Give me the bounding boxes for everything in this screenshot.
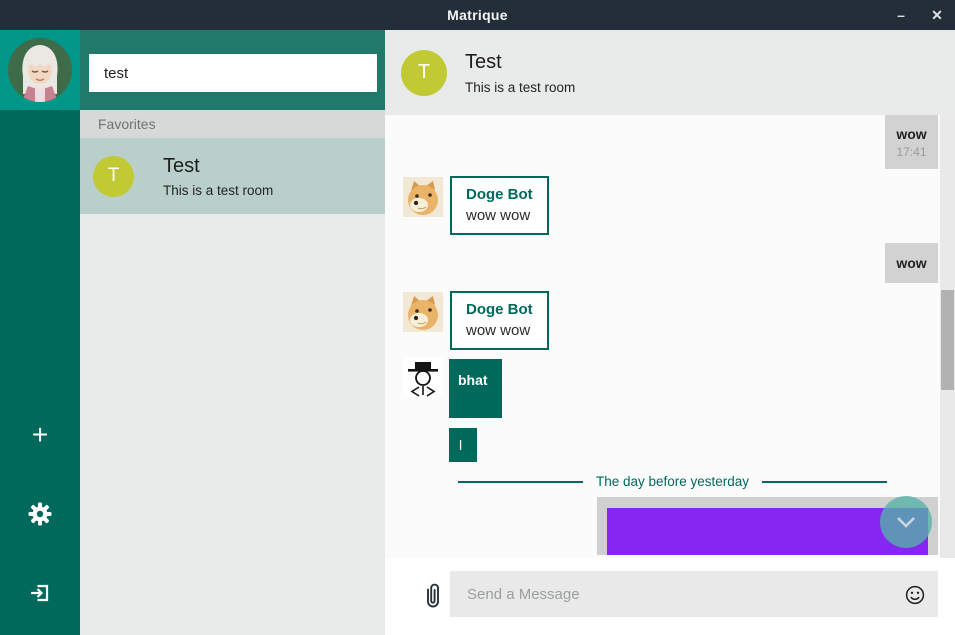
app-window: Matrique – ✕ + [0, 0, 955, 635]
chat-room-title: Test [465, 51, 575, 74]
composer [385, 558, 955, 635]
chat-header-text: Test This is a test room [465, 51, 575, 95]
received-message-row[interactable]: Doge Bot wow wow [403, 292, 549, 350]
message-text: wow [896, 255, 926, 271]
minimize-icon[interactable]: – [893, 0, 909, 30]
plus-icon: + [32, 420, 48, 450]
room-avatar-initial: T [108, 165, 120, 187]
room-text: Test This is a test room [163, 155, 273, 198]
gear-icon [27, 501, 53, 527]
message-bubble: bhat [449, 359, 502, 418]
search-block [80, 30, 385, 110]
message-sender: Doge Bot [466, 301, 533, 318]
exit-icon [28, 581, 52, 605]
chat-room-avatar-initial: T [418, 61, 430, 84]
message-text: wow [896, 126, 926, 142]
paperclip-icon [421, 582, 445, 612]
user-avatar[interactable] [8, 38, 72, 102]
chat-room-topic: This is a test room [465, 80, 575, 95]
add-room-button[interactable]: + [0, 418, 80, 452]
room-list-item-test[interactable]: T Test This is a test room [80, 138, 385, 214]
attach-file-button[interactable] [421, 582, 445, 612]
room-avatar: T [93, 156, 134, 197]
left-rail: + [0, 30, 80, 635]
chat-room-avatar: T [401, 50, 447, 96]
received-message-row[interactable]: bhat [403, 357, 502, 418]
message-text: wow wow [466, 207, 533, 224]
room-topic: This is a test room [163, 183, 273, 198]
favorites-section-header: Favorites [80, 110, 385, 138]
room-name: Test [163, 155, 273, 178]
message-timestamp: 17:41 [896, 145, 926, 159]
message-bubble: Doge Bot wow wow [450, 176, 549, 235]
logout-button[interactable] [0, 576, 80, 610]
doge-avatar [403, 177, 443, 217]
message-text: wow wow [466, 322, 533, 339]
message-input[interactable] [450, 571, 938, 617]
sent-message[interactable]: wow [885, 243, 938, 283]
user-avatar-block[interactable] [0, 30, 80, 110]
chat-scrollbar-thumb[interactable] [941, 290, 954, 390]
titlebar: Matrique – ✕ [0, 0, 955, 30]
chevron-down-icon [895, 515, 917, 529]
smiley-icon [905, 585, 925, 605]
sent-message[interactable]: wow 17:41 [885, 115, 938, 169]
message-sender: Doge Bot [466, 186, 533, 203]
message-sender: bhat [458, 372, 488, 388]
bhat-avatar [403, 357, 443, 397]
emoji-picker-button[interactable] [905, 585, 925, 605]
window-title: Matrique [447, 7, 508, 23]
search-input[interactable] [89, 54, 377, 92]
divider-line [458, 481, 583, 483]
message-text: l [459, 437, 462, 453]
divider-line [762, 481, 887, 483]
day-divider: The day before yesterday [458, 474, 887, 489]
received-message-row[interactable]: Doge Bot wow wow [403, 177, 549, 235]
close-icon[interactable]: ✕ [929, 0, 945, 30]
chat-scrollbar-track[interactable] [940, 115, 955, 558]
divider-label: The day before yesterday [596, 474, 749, 489]
favorites-label: Favorites [98, 116, 156, 132]
received-message[interactable]: l [449, 428, 477, 462]
chat-panel: T Test This is a test room wow 17:41 [385, 30, 955, 635]
settings-button[interactable] [0, 497, 80, 531]
window-controls: – ✕ [893, 0, 945, 30]
message-bubble: Doge Bot wow wow [450, 291, 549, 350]
message-list[interactable]: wow 17:41 Doge Bot wow w [385, 115, 955, 558]
chat-header: T Test This is a test room [385, 30, 955, 115]
room-list-panel: Favorites T Test This is a test room [80, 30, 385, 635]
scroll-to-bottom-button[interactable] [880, 496, 932, 548]
doge-avatar [403, 292, 443, 332]
